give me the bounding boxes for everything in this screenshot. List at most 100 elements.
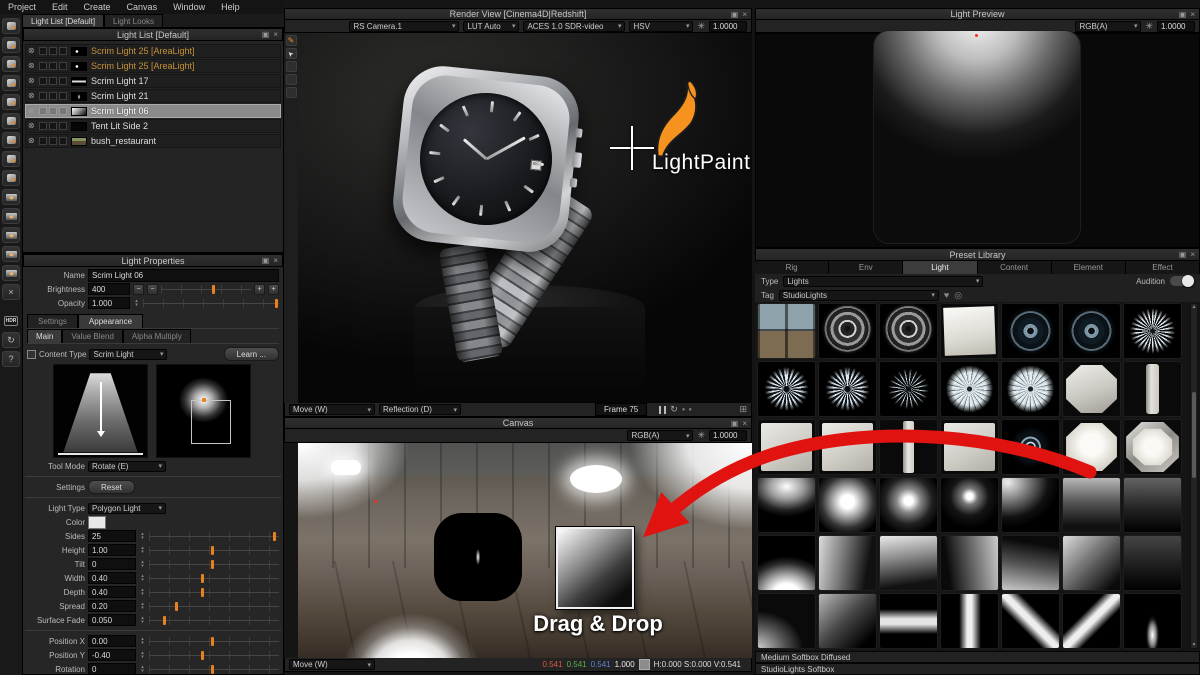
preset-thumb-burst-sparse[interactable] <box>879 361 938 417</box>
light-flag-checkbox[interactable] <box>59 107 67 115</box>
slider-track[interactable] <box>149 637 279 646</box>
canvas-exposure-input[interactable]: 1.0000 <box>709 430 747 441</box>
preset-tab-effect[interactable]: Effect <box>1126 261 1200 274</box>
slider-value[interactable]: 1.00 <box>88 544 136 556</box>
light-list-row[interactable]: ⊗Scrim Light 17 <box>25 74 281 88</box>
preset-thumb-stripe-v[interactable] <box>940 593 999 649</box>
colorspace-dropdown[interactable]: ACES 1.0 SDR-video <box>523 21 625 32</box>
preset-thumb-ring-dark[interactable] <box>1001 303 1060 359</box>
light-flag-checkbox[interactable] <box>49 107 57 115</box>
tool-hdr-button[interactable]: HDR <box>2 313 20 329</box>
lut-dropdown[interactable]: LUT Auto <box>463 21 519 32</box>
close-icon[interactable]: × <box>742 10 747 19</box>
menu-window[interactable]: Window <box>173 2 205 12</box>
stepper[interactable]: ▴▾ <box>139 532 146 540</box>
type-dropdown[interactable]: Lights <box>783 276 983 287</box>
preset-thumb-ring-dark-small[interactable] <box>1001 419 1060 475</box>
light-flag-checkbox[interactable] <box>59 77 67 85</box>
power-toggle-icon[interactable]: ⊗ <box>28 47 37 55</box>
light-type-dropdown[interactable]: Polygon Light <box>88 503 166 514</box>
slider-track[interactable] <box>149 532 279 541</box>
power-toggle-icon[interactable]: ⊗ <box>28 77 37 85</box>
stepper-down-icon[interactable]: ▾ <box>141 564 144 568</box>
slider-marker[interactable] <box>211 560 214 569</box>
light-flag-checkbox[interactable] <box>59 122 67 130</box>
empty-tool-slot[interactable] <box>286 74 297 85</box>
preset-thumb-glow-top[interactable] <box>757 477 816 533</box>
slider-track[interactable] <box>149 588 279 597</box>
menu-project[interactable]: Project <box>8 2 36 12</box>
slider-marker[interactable] <box>163 616 166 625</box>
slider-marker[interactable] <box>211 546 214 555</box>
light-list-row[interactable]: ⊗Scrim Light 06 <box>25 104 281 118</box>
stepper-down-icon[interactable]: ▾ <box>141 536 144 540</box>
light-flag-checkbox[interactable] <box>39 77 47 85</box>
light-flag-checkbox[interactable] <box>49 122 57 130</box>
visibility-icon[interactable]: ◎ <box>954 290 962 301</box>
slider-track[interactable] <box>149 602 279 611</box>
float-icon[interactable]: ▣ <box>731 419 739 428</box>
display-mode-dropdown[interactable]: HSV <box>629 21 693 32</box>
refresh-icon[interactable]: ↻ <box>670 404 678 415</box>
stepper-down-icon[interactable]: ▾ <box>141 620 144 624</box>
select-cursor-button[interactable]: ➤ <box>286 48 297 59</box>
preset-thumb-square-soft[interactable] <box>757 419 816 475</box>
float-icon[interactable]: ▣ <box>262 256 270 265</box>
favorite-icon[interactable]: ♥ <box>944 290 949 300</box>
preset-thumb-grad-diag[interactable] <box>818 593 877 649</box>
preset-thumb-stripe-diag2[interactable] <box>1062 593 1121 649</box>
name-input[interactable]: Scrim Light 06 <box>88 269 279 282</box>
stepper[interactable]: ▴▾ <box>139 637 146 645</box>
preset-thumb-burst[interactable] <box>757 361 816 417</box>
reset-button[interactable]: Reset <box>88 480 135 494</box>
tool-scene-light-button[interactable] <box>2 265 20 281</box>
dropped-light-square[interactable] <box>556 527 634 609</box>
light-list-row[interactable]: ⊗Tent Lit Side 2 <box>25 119 281 133</box>
slider-value[interactable]: -0.40 <box>88 649 136 661</box>
preset-thumb-octagon-soft[interactable] <box>1062 419 1121 475</box>
close-icon[interactable]: × <box>273 30 278 39</box>
slider-value[interactable]: 0.050 <box>88 614 136 626</box>
menu-edit[interactable]: Edit <box>52 2 68 12</box>
gear-icon[interactable]: ✳ <box>1145 22 1153 31</box>
tool-beam-light-button[interactable] <box>2 151 20 167</box>
tab-settings[interactable]: Settings <box>27 314 78 328</box>
tool-wedge-light-button[interactable] <box>2 113 20 129</box>
opacity-marker[interactable] <box>275 299 278 308</box>
tool-gobo-light-button[interactable] <box>2 208 20 224</box>
preset-thumb-ring-grey[interactable] <box>818 303 877 359</box>
preset-thumb-strip-v-narrow[interactable] <box>879 419 938 475</box>
preset-tab-env[interactable]: Env <box>829 261 903 274</box>
brightness-slider[interactable] <box>161 285 251 294</box>
lightpaint-brush-button[interactable]: ✎ <box>286 35 297 46</box>
preset-thumb-ring-grey[interactable] <box>879 303 938 359</box>
preset-thumb-arch-glow[interactable] <box>757 535 816 591</box>
canvas-viewport[interactable]: Drag & Drop <box>298 443 752 658</box>
float-icon[interactable]: ▣ <box>1179 10 1187 19</box>
preset-tab-rig[interactable]: Rig <box>755 261 829 274</box>
tag-dropdown[interactable]: StudioLights <box>779 290 939 301</box>
slider-value[interactable]: 25 <box>88 530 136 542</box>
empty-tool-slot[interactable] <box>286 61 297 72</box>
preset-tab-light[interactable]: Light <box>903 261 977 274</box>
canvas-title-bar[interactable]: Canvas ▣× <box>284 417 752 429</box>
preset-thumb-square-soft[interactable] <box>818 419 877 475</box>
stepper-down-icon[interactable]: ▾ <box>141 578 144 582</box>
slider-track[interactable] <box>149 651 279 660</box>
render-view-title-bar[interactable]: Render View [Cinema4D|Redshift] ▣× <box>284 8 752 20</box>
menu-create[interactable]: Create <box>84 2 111 12</box>
tab-appearance[interactable]: Appearance <box>78 314 143 328</box>
tool-curve-light-button[interactable] <box>2 75 20 91</box>
power-toggle-icon[interactable]: ⊗ <box>28 137 37 145</box>
opacity-slider[interactable] <box>143 299 279 308</box>
preset-thumb-burst[interactable] <box>818 361 877 417</box>
tool-card-light-button[interactable] <box>2 37 20 53</box>
tab-main[interactable]: Main <box>27 329 62 343</box>
preset-library-title-bar[interactable]: Preset Library ▣× <box>755 248 1200 261</box>
preset-thumb-vglow-small[interactable] <box>1123 593 1182 649</box>
stepper-down-icon[interactable]: ▾ <box>141 606 144 610</box>
light-flag-checkbox[interactable] <box>59 62 67 70</box>
slider-value[interactable]: 0.20 <box>88 600 136 612</box>
preset-thumb-grad-top-dim[interactable] <box>1123 477 1182 533</box>
tool-mode-dropdown[interactable]: Rotate (E) <box>88 461 166 472</box>
